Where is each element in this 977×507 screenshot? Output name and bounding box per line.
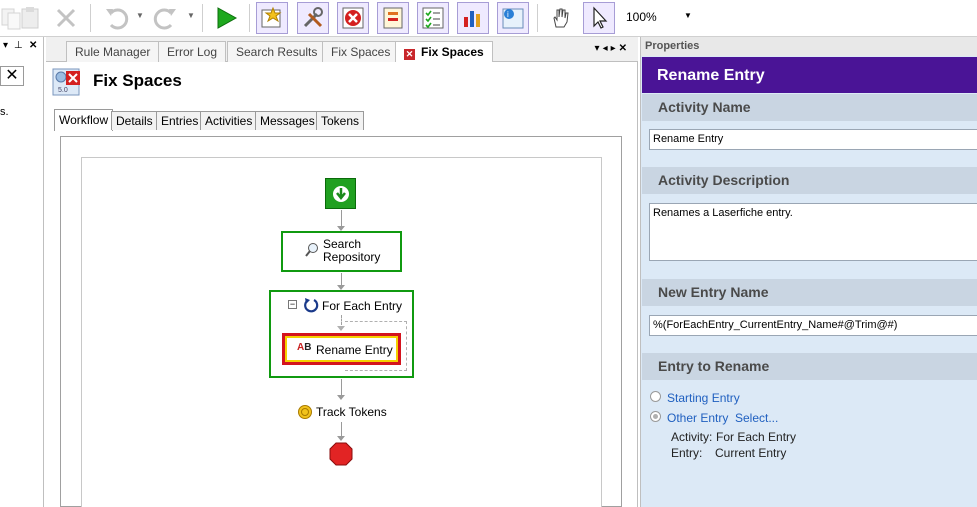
left-panel-text: s.: [0, 106, 9, 118]
track-tokens-label: Track Tokens: [316, 405, 387, 419]
close-tab-icon[interactable]: ✕: [404, 49, 415, 60]
tab-nav-controls[interactable]: ▾◂▸✕: [595, 43, 630, 54]
tab-workflow[interactable]: Workflow: [54, 109, 114, 131]
workflow-designer: Search Repository − For Each Entry AB Re…: [60, 136, 622, 507]
undo-dropdown-icon[interactable]: ▼: [136, 11, 144, 20]
starting-entry-radio[interactable]: [650, 391, 661, 402]
paste-icon[interactable]: [14, 2, 46, 34]
tab-activities[interactable]: Activities: [200, 111, 258, 130]
close-doc-icon[interactable]: [337, 2, 369, 34]
properties-panel-label: Properties: [641, 37, 977, 56]
svg-text:i: i: [507, 10, 509, 19]
other-entry-option[interactable]: Other Entry: [667, 411, 728, 425]
starting-entry-option[interactable]: Starting Entry: [667, 391, 740, 405]
new-entry-name-field[interactable]: %(ForEachEntry_CurrentEntry_Name#@Trim@#…: [649, 315, 977, 336]
tab-entries[interactable]: Entries: [156, 111, 204, 130]
connector: [341, 422, 342, 437]
svg-text:5.0: 5.0: [58, 87, 68, 94]
rename-icon: AB: [297, 342, 312, 353]
activity-name-heading: Activity Name: [642, 94, 977, 121]
connector: [341, 315, 342, 325]
select-link[interactable]: Select...: [735, 411, 778, 425]
find-rule-icon[interactable]: [256, 2, 288, 34]
report-chart-icon[interactable]: [457, 2, 489, 34]
clear-search-icon[interactable]: ✕: [0, 66, 24, 86]
tab-fix-spaces[interactable]: Fix Spaces: [322, 41, 400, 62]
tab-fix-spaces-active[interactable]: ✕ Fix Spaces: [395, 41, 493, 63]
connector-arrow: [337, 436, 345, 441]
magnifier-icon: [304, 242, 320, 261]
activity-key: Activity:: [671, 430, 713, 444]
other-entry-radio[interactable]: [650, 411, 661, 422]
tab-details[interactable]: Details: [111, 111, 158, 130]
workflow-canvas[interactable]: Search Repository − For Each Entry AB Re…: [81, 157, 602, 507]
search-repository-label: Search Repository: [323, 237, 381, 264]
activity-name-field[interactable]: Rename Entry: [649, 129, 977, 150]
panel-dropdown-icon[interactable]: ▾: [3, 40, 8, 51]
entry-key: Entry:: [671, 446, 703, 460]
tab-error-log[interactable]: Error Log: [158, 41, 227, 62]
start-node-icon[interactable]: [325, 178, 356, 209]
properties-panel: Properties Rename Entry Activity Name Re…: [640, 37, 977, 507]
tab-messages[interactable]: Messages: [255, 111, 320, 130]
tab-rule-manager[interactable]: Rule Manager: [66, 41, 160, 62]
main-toolbar: ▼ ▼ i 100% ▼: [0, 0, 977, 37]
connector: [341, 210, 342, 227]
new-entry-name-heading: New Entry Name: [642, 279, 977, 306]
entry-value: Current Entry: [715, 446, 787, 460]
connector: [341, 379, 342, 396]
activity-value: For Each Entry: [716, 430, 797, 444]
redo-dropdown-icon[interactable]: ▼: [187, 11, 195, 20]
rename-entry-label: Rename Entry: [316, 343, 393, 357]
loop-icon: [303, 297, 319, 316]
delete-icon[interactable]: [50, 2, 82, 34]
run-icon[interactable]: [210, 2, 242, 34]
checklist-icon[interactable]: [417, 2, 449, 34]
zoom-dropdown-icon[interactable]: ▼: [684, 11, 692, 20]
left-panel: ▾ ⊥ ✕ ✕ s.: [0, 37, 44, 507]
properties-icon[interactable]: [377, 2, 409, 34]
workflow-info-icon[interactable]: i: [497, 2, 529, 34]
document-pane: 5.0 Fix Spaces Workflow Details Entries …: [46, 62, 638, 507]
collapse-icon[interactable]: −: [288, 300, 297, 309]
connector-arrow: [337, 395, 345, 400]
activity-description-heading: Activity Description: [642, 167, 977, 194]
activity-description-field[interactable]: Renames a Laserfiche entry.: [649, 203, 977, 261]
pointer-icon[interactable]: [583, 2, 615, 34]
properties-title: Rename Entry: [642, 57, 977, 93]
tab-tokens[interactable]: Tokens: [316, 111, 365, 130]
hand-icon[interactable]: [545, 2, 577, 34]
token-icon: [297, 404, 313, 423]
tab-search-results[interactable]: Search Results: [227, 41, 327, 62]
workflow-doc-icon: 5.0: [52, 67, 82, 97]
undo-icon[interactable]: [100, 2, 132, 34]
zoom-level[interactable]: 100%: [626, 10, 657, 24]
entry-to-rename-heading: Entry to Rename: [642, 353, 977, 380]
redo-icon[interactable]: [150, 2, 182, 34]
tools-icon[interactable]: [297, 2, 329, 34]
for-each-entry-label: For Each Entry: [322, 299, 403, 313]
pin-icon[interactable]: ⊥: [14, 40, 23, 51]
document-tab-strip: Rule Manager Error Log Search Results Fi…: [46, 37, 638, 63]
connector-arrow: [337, 326, 345, 331]
page-title: Fix Spaces: [93, 71, 182, 90]
close-icon[interactable]: ✕: [29, 40, 37, 51]
stop-node-icon[interactable]: [329, 442, 353, 469]
